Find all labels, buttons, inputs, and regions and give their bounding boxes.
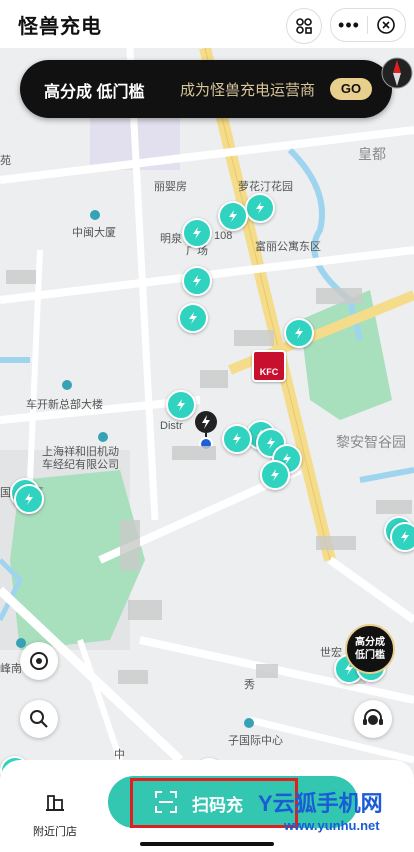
map-label: 108 bbox=[214, 230, 233, 242]
map-label: 明泉 bbox=[160, 233, 182, 245]
blur-patch bbox=[200, 370, 228, 388]
map-label: 峰南 bbox=[0, 663, 22, 675]
charging-station-marker[interactable] bbox=[182, 266, 212, 296]
blur-patch bbox=[234, 330, 274, 346]
blur-patch bbox=[118, 670, 148, 684]
blur-patch bbox=[172, 446, 216, 460]
map-label: 上海祥和旧机动 车经纪有限公司 bbox=[42, 446, 119, 471]
blur-patch bbox=[128, 600, 162, 620]
more-icon[interactable]: ••• bbox=[331, 9, 367, 41]
watermark: Y云狐手机网 www.yunhu.net bbox=[258, 786, 383, 833]
customer-service-button[interactable] bbox=[354, 700, 392, 738]
compass-icon bbox=[381, 57, 413, 89]
map-label: Distr bbox=[160, 420, 183, 432]
scan-shortcut-button[interactable] bbox=[286, 8, 322, 44]
lightning-icon bbox=[233, 433, 241, 445]
poi-pin bbox=[90, 210, 100, 220]
banner-main-text: 高分成 低门槛 bbox=[44, 84, 145, 101]
charging-station-marker[interactable] bbox=[260, 460, 290, 490]
blur-patch bbox=[6, 270, 36, 284]
lightning-icon bbox=[295, 327, 303, 339]
lightning-icon bbox=[189, 312, 197, 324]
charging-station-marker[interactable] bbox=[222, 424, 252, 454]
charging-station-marker[interactable] bbox=[14, 484, 44, 514]
home-indicator bbox=[140, 842, 274, 846]
watermark-brand: Y云狐手机网 bbox=[258, 791, 383, 816]
charging-station-marker[interactable] bbox=[178, 303, 208, 333]
charging-station-marker[interactable] bbox=[218, 201, 248, 231]
map-label: 苑 bbox=[0, 155, 11, 167]
banner-sub-text: 成为怪兽充电运营商 bbox=[180, 82, 316, 99]
lightning-icon bbox=[177, 399, 185, 411]
lightning-icon bbox=[193, 227, 201, 239]
operator-promo-banner[interactable]: 高分成 低门槛 成为怪兽充电运营商 GO bbox=[20, 60, 392, 118]
banner-go-button[interactable]: GO bbox=[330, 78, 372, 100]
close-button[interactable] bbox=[368, 15, 404, 35]
charging-station-marker[interactable] bbox=[390, 522, 414, 552]
headset-icon bbox=[363, 709, 383, 725]
search-icon bbox=[30, 710, 48, 728]
poi-pin bbox=[244, 718, 254, 728]
lightning-icon bbox=[271, 469, 279, 481]
map-label: 萝花汀花园 bbox=[238, 181, 293, 193]
charging-station-marker[interactable] bbox=[166, 390, 196, 420]
lightning-icon bbox=[256, 202, 264, 214]
charging-station-marker[interactable] bbox=[245, 193, 275, 223]
scan-code-icon bbox=[296, 18, 312, 34]
search-button[interactable] bbox=[20, 700, 58, 738]
app-title: 怪兽充电 bbox=[18, 16, 102, 38]
nearby-stores-button[interactable]: 附近门店 bbox=[30, 790, 80, 839]
map-label: 富丽公寓东区 bbox=[255, 241, 321, 253]
lightning-icon bbox=[401, 531, 409, 543]
blur-patch bbox=[120, 520, 140, 570]
charging-station-marker[interactable] bbox=[182, 218, 212, 248]
miniapp-capsule: ••• bbox=[330, 8, 406, 42]
lightning-icon bbox=[25, 493, 33, 505]
map-label: 丽婴房 bbox=[154, 181, 187, 193]
operator-promo-badge[interactable]: 高分成 低门槛 bbox=[345, 624, 395, 674]
charging-station-marker[interactable] bbox=[284, 318, 314, 348]
map-label: 中闽大厦 bbox=[72, 227, 116, 239]
nearby-stores-label: 附近门店 bbox=[33, 826, 77, 838]
poi-pin bbox=[62, 380, 72, 390]
lightning-icon bbox=[229, 210, 237, 222]
lightning-icon bbox=[193, 275, 201, 287]
map-label: 秀 bbox=[244, 679, 255, 691]
map-label: 车开新总部大楼 bbox=[26, 399, 103, 411]
map-label: 皇都 bbox=[358, 146, 386, 162]
blur-patch bbox=[256, 664, 278, 678]
blur-patch bbox=[316, 288, 362, 304]
poi-pin bbox=[16, 638, 26, 648]
poi-pin bbox=[98, 432, 108, 442]
locate-icon bbox=[30, 652, 48, 670]
store-building-icon bbox=[46, 795, 64, 811]
blur-patch bbox=[376, 500, 412, 514]
current-location-pin-icon bbox=[195, 411, 217, 450]
kfc-poi-icon: KFC bbox=[252, 350, 286, 382]
blur-patch bbox=[316, 536, 356, 550]
map-label: 子国际中心 bbox=[228, 735, 283, 747]
locate-button[interactable] bbox=[20, 642, 58, 680]
watermark-url: www.yunhu.net bbox=[284, 818, 380, 833]
map-label: 黎安智谷园 bbox=[336, 434, 406, 450]
close-icon bbox=[377, 16, 395, 34]
app-header: 怪兽充电 ••• bbox=[0, 0, 414, 48]
